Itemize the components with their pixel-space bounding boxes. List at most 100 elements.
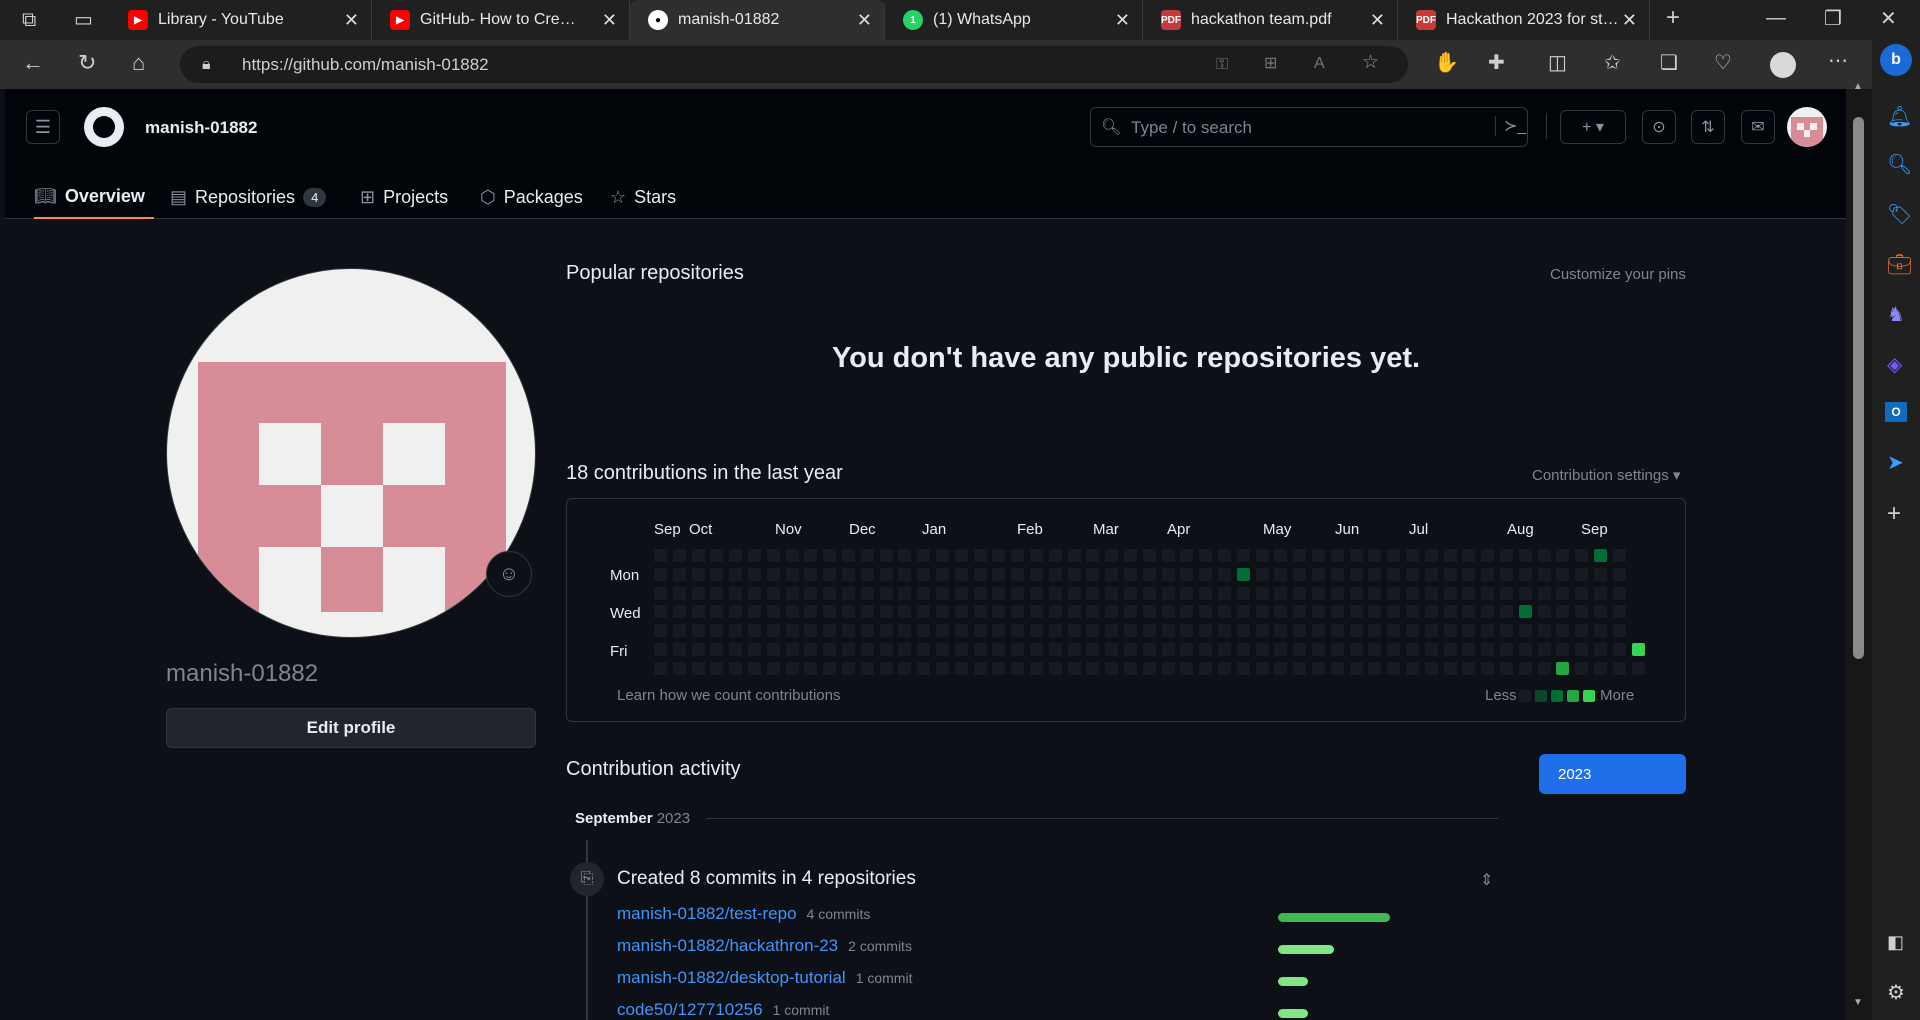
contribution-day[interactable] [1500,605,1513,619]
contribution-day[interactable] [860,605,874,619]
contribution-day[interactable] [1368,549,1382,562]
contribution-day[interactable] [936,567,949,581]
contribution-day[interactable] [823,624,837,638]
contribution-day[interactable] [1030,661,1043,675]
contribution-day[interactable] [1161,643,1175,656]
contribution-day[interactable] [1594,605,1607,619]
contribution-day[interactable] [1011,605,1025,619]
bing-copilot-icon[interactable]: b [1880,44,1912,76]
contribution-day[interactable] [1631,643,1645,656]
contribution-day[interactable] [860,567,874,581]
contribution-day[interactable] [1387,624,1401,638]
contribution-day[interactable] [1011,586,1025,600]
contribution-day[interactable] [1556,605,1570,619]
contribution-day[interactable] [1537,605,1551,619]
contribution-day[interactable] [1537,586,1551,600]
contribution-day[interactable] [823,549,837,562]
contribution-day[interactable] [766,643,780,656]
contribution-day[interactable] [1330,643,1344,656]
contribution-day[interactable] [1575,586,1589,600]
contribution-day[interactable] [879,549,893,562]
notifications-icon[interactable]: 🔔︎ [1887,104,1912,129]
contribution-day[interactable] [1518,549,1532,562]
contribution-day[interactable] [1312,661,1325,675]
contribution-day[interactable] [917,661,931,675]
contribution-day[interactable] [785,624,799,638]
contribution-day[interactable] [1406,661,1419,675]
contribution-day[interactable] [672,549,686,562]
contribution-day[interactable] [1575,567,1589,581]
contribution-day[interactable] [654,605,667,619]
contribution-day[interactable] [710,643,724,656]
contribution-day[interactable] [936,549,949,562]
contribution-day[interactable] [1462,605,1476,619]
contribution-day[interactable] [1142,567,1156,581]
contribution-day[interactable] [879,643,893,656]
contribution-day[interactable] [710,661,724,675]
contribution-day[interactable] [1293,643,1307,656]
contribution-day[interactable] [936,624,949,638]
contribution-day[interactable] [992,643,1006,656]
contribution-day[interactable] [1180,567,1194,581]
contribution-day[interactable] [748,567,761,581]
contribution-day[interactable] [1236,586,1250,600]
sidebar-settings-icon[interactable]: ⚙ [1887,980,1905,1005]
contribution-day[interactable] [1387,643,1401,656]
contribution-day[interactable] [1518,661,1532,675]
contribution-day[interactable] [1199,661,1213,675]
contribution-day[interactable] [1236,643,1250,656]
contribution-day[interactable] [785,643,799,656]
contribution-day[interactable] [1537,661,1551,675]
contribution-day[interactable] [672,567,686,581]
contribution-day[interactable] [1048,661,1062,675]
repo-link[interactable]: manish-01882/desktop-tutorial [617,968,846,987]
header-username[interactable]: manish-01882 [145,118,257,138]
contribution-day[interactable] [1142,643,1156,656]
contribution-day[interactable] [898,567,912,581]
favorite-star-icon[interactable]: ☆ [1362,53,1379,73]
contribution-day[interactable] [992,549,1006,562]
contribution-day[interactable] [1518,586,1532,600]
contribution-day[interactable] [785,605,799,619]
contribution-day[interactable] [1312,549,1325,562]
contribution-day[interactable] [1481,624,1495,638]
contribution-day[interactable] [842,586,855,600]
contribution-day[interactable] [992,586,1006,600]
contribution-day[interactable] [1537,643,1551,656]
contribution-day[interactable] [654,586,667,600]
contribution-day[interactable] [1067,567,1081,581]
contribution-day[interactable] [1349,605,1363,619]
new-tab-icon[interactable]: + [1666,6,1680,30]
contribution-day[interactable] [954,586,968,600]
contribution-day[interactable] [1406,586,1419,600]
contribution-day[interactable] [1312,567,1325,581]
contribution-day[interactable] [710,586,724,600]
contribution-day[interactable] [1368,624,1382,638]
contribution-day[interactable] [1048,605,1062,619]
hide-sidebar-icon[interactable]: ◧ [1887,932,1904,953]
contribution-day[interactable] [1293,605,1307,619]
close-tab-icon[interactable]: ✕ [1622,10,1637,31]
contribution-day[interactable] [1387,586,1401,600]
contribution-day[interactable] [823,643,837,656]
contribution-day[interactable] [1330,567,1344,581]
contribution-day[interactable] [729,567,743,581]
contribution-day[interactable] [1594,624,1607,638]
contribution-day[interactable] [1387,549,1401,562]
contribution-day[interactable] [823,567,837,581]
contribution-day[interactable] [1142,661,1156,675]
contribution-day[interactable] [654,661,667,675]
contribution-day[interactable] [1293,661,1307,675]
pull-requests-icon[interactable]: ⇅ [1691,110,1725,144]
repo-link[interactable]: code50/127710256 [617,1000,763,1019]
contribution-day[interactable] [1067,643,1081,656]
scrollbar-thumb[interactable] [1853,117,1864,659]
minimize-icon[interactable]: — [1766,8,1786,28]
tab-repositories[interactable]: ▤ Repositories 4 [170,175,327,219]
contribution-day[interactable] [823,605,837,619]
profile-avatar[interactable] [166,268,536,638]
contribution-day[interactable] [992,624,1006,638]
contribution-day[interactable] [1330,549,1344,562]
contribution-day[interactable] [1255,586,1269,600]
contribution-day[interactable] [1424,605,1438,619]
